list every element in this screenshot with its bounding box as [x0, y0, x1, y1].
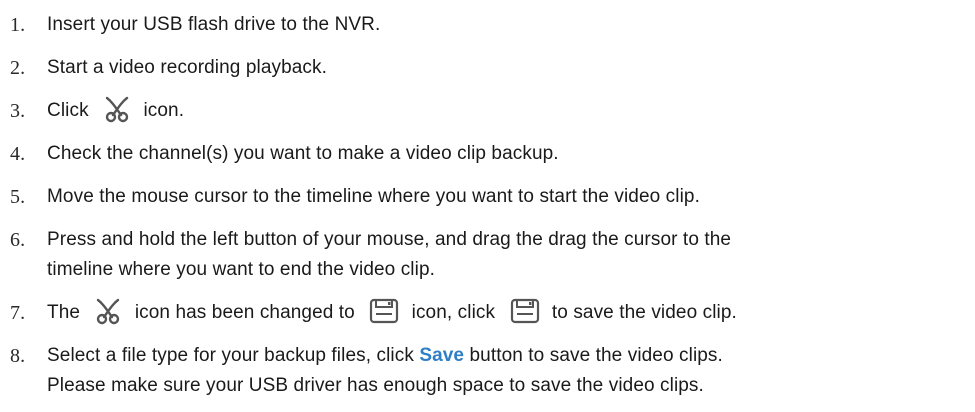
- step-4: 4. Check the channel(s) you want to make…: [10, 139, 972, 169]
- step-8: 8. Select a file type for your backup fi…: [10, 341, 972, 401]
- step-text-line-2: Please make sure your USB driver has eno…: [47, 375, 704, 396]
- step-number: 1.: [10, 14, 26, 36]
- step-text-part-3: icon, click: [411, 302, 496, 323]
- save-icon: [509, 297, 541, 325]
- step-6: 6. Press and hold the left button of you…: [10, 225, 972, 285]
- step-text-after: icon.: [143, 100, 185, 121]
- instruction-steps: 1. Insert your USB flash drive to the NV…: [10, 10, 972, 401]
- step-number: 8.: [10, 345, 26, 367]
- step-number: 3.: [10, 100, 26, 122]
- step-text: Move the mouse cursor to the timeline wh…: [47, 186, 700, 207]
- scissors-icon: [102, 95, 132, 123]
- step-text-part-4: to save the video clip.: [551, 302, 737, 323]
- step-2: 2. Start a video recording playback.: [10, 53, 972, 83]
- step-3: 3. Click icon.: [10, 96, 972, 126]
- step-text-part-2: icon has been changed to: [134, 302, 355, 323]
- step-7: 7. The icon has been changed to icon, cl…: [10, 298, 972, 328]
- step-text-part-1: The: [47, 302, 81, 323]
- save-icon: [368, 297, 400, 325]
- step-number: 6.: [10, 229, 26, 251]
- step-text-before: Select a file type for your backup files…: [47, 345, 414, 366]
- step-text: Insert your USB flash drive to the NVR.: [47, 14, 381, 35]
- step-number: 2.: [10, 57, 26, 79]
- step-text: Start a video recording playback.: [47, 57, 328, 78]
- scissors-icon: [93, 297, 123, 325]
- step-number: 5.: [10, 186, 26, 208]
- step-number: 4.: [10, 143, 26, 165]
- step-text-line-2: timeline where you want to end the video…: [47, 259, 435, 280]
- step-text-before: Click: [47, 100, 89, 121]
- step-number: 7.: [10, 302, 26, 324]
- save-keyword: Save: [419, 345, 465, 366]
- step-text-line-1: Press and hold the left button of your m…: [47, 229, 732, 250]
- step-5: 5. Move the mouse cursor to the timeline…: [10, 182, 972, 212]
- step-text: Check the channel(s) you want to make a …: [47, 143, 559, 164]
- step-text-after: button to save the video clips.: [469, 345, 723, 366]
- step-1: 1. Insert your USB flash drive to the NV…: [10, 10, 972, 40]
